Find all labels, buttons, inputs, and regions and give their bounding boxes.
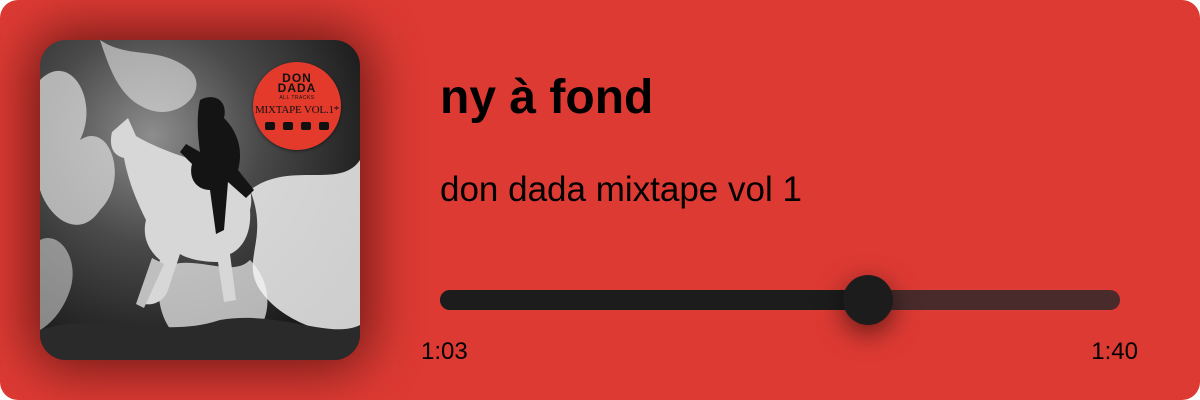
sticker-brand: DON DADA (277, 71, 317, 95)
sticker-logo (319, 122, 329, 130)
sticker-logo (283, 122, 293, 130)
album-name: don dada mixtape vol 1 (440, 170, 802, 209)
flame-top (100, 40, 197, 112)
progress-thumb[interactable] (843, 275, 894, 325)
sticker-logos (265, 122, 329, 132)
elapsed-time: 1:03 (421, 338, 468, 365)
sticker-subtitle: ALL TRACKS (279, 95, 315, 101)
sticker-title: MIXTAPE VOL.1* (254, 104, 340, 116)
music-player: DON DADA ALL TRACKS MIXTAPE VOL.1* ny à … (0, 0, 1200, 400)
total-time: 1:40 (1091, 338, 1138, 365)
song-title: ny à fond (440, 71, 654, 124)
album-art: DON DADA ALL TRACKS MIXTAPE VOL.1* (40, 40, 360, 360)
album-sticker: DON DADA ALL TRACKS MIXTAPE VOL.1* (253, 62, 341, 150)
sticker-logo (301, 122, 311, 130)
flame-far-left (40, 238, 73, 330)
sticker-logo (265, 122, 275, 130)
progress-track[interactable] (440, 290, 1120, 310)
flame-left (40, 70, 115, 225)
progress-fill (440, 290, 869, 310)
